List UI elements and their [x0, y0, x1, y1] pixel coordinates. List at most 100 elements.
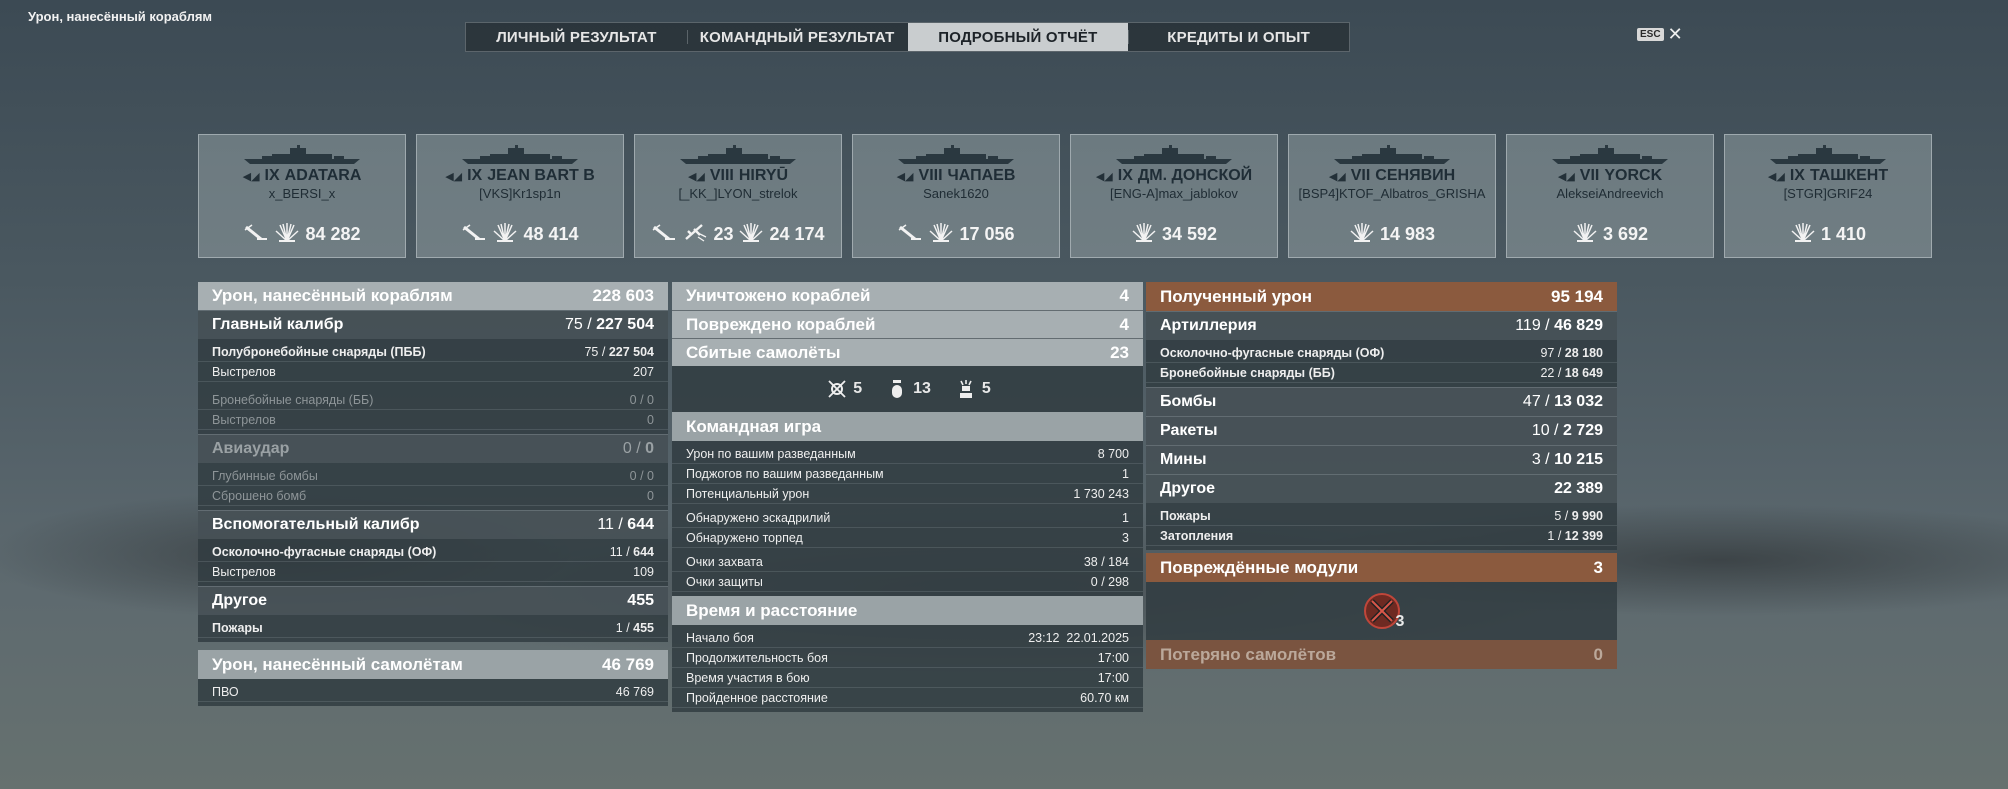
squadrons-spotted-row: Обнаружено эскадрилий 1	[672, 508, 1143, 528]
team-play-title: Командная игра	[686, 416, 822, 436]
bomber-value: 13	[913, 380, 931, 397]
ship-card[interactable]: ◀◢ VIII HIRYŪ [_KK_]LYON_strelok 23 24 174	[634, 134, 842, 258]
torpedo-hit-icon	[243, 221, 269, 248]
ship-tier: VII	[1579, 167, 1600, 184]
ship-card[interactable]: ◀◢ IX ДМ. ДОНСКОЙ [ENG-A]max_jablokov 34 592	[1070, 134, 1278, 258]
ship-name-text: ТАШКЕНТ	[1809, 167, 1889, 184]
depth-charges-row: Глубинные бомбы 0 / 0	[198, 466, 668, 486]
ship-silhouette-icon	[1334, 145, 1450, 164]
ship-card[interactable]: ◀◢ IX JEAN BART B [VKS]Kr1sp1n 48 414	[416, 134, 624, 258]
received-other-value: 22 389	[1554, 480, 1603, 497]
ship-stats: 17 056	[853, 221, 1059, 248]
artillery-hits: 119	[1515, 317, 1541, 334]
torpedo-hit-icon	[651, 221, 677, 248]
artillery-row: Артиллерия 119 / 46 829	[1146, 311, 1617, 340]
capture-points-label: Очки захвата	[686, 554, 763, 569]
secondary-details: Осколочно-фугасные снаряды (ОФ) 11 / 644…	[198, 539, 668, 586]
ship-card[interactable]: ◀◢ VII СЕНЯВИН [BSP4]KTOF_Albatros_GRISHA 14…	[1288, 134, 1496, 258]
torpedo-bomber-icon	[959, 380, 972, 398]
ship-tier: VIII	[709, 167, 734, 184]
ship-name-text: JEAN BART B	[487, 167, 595, 184]
received-damage-header: Полученный урон 95 194	[1146, 282, 1617, 311]
received-fires-hits: 5	[1554, 508, 1562, 523]
ship-stat-value: 3 692	[1602, 224, 1649, 244]
ap-shells-damage: 0	[647, 392, 654, 407]
received-fires-row: Пожары 5 / 9 990	[1146, 506, 1617, 526]
ship-stats: 48 414	[417, 221, 623, 248]
shots-row: Выстрелов 0	[198, 410, 668, 430]
bombs-dropped-value: 0	[647, 488, 654, 503]
bombs-row: Бомбы 47 / 13 032	[1146, 387, 1617, 416]
ship-cards: ◀◢ IX ADATARA x_BERSI_x 84 282 ◀◢ IX JEAN BART …	[198, 134, 1932, 258]
ship-card[interactable]: ◀◢ VII YORCK AlekseiAndreevich 3 692	[1506, 134, 1714, 258]
ship-silhouette-icon	[1770, 145, 1886, 164]
ship-class-icon: ◀◢	[1767, 170, 1785, 183]
rockets-label: Ракеты	[1160, 422, 1218, 439]
ship-silhouette-icon	[244, 145, 360, 164]
received-other-label: Другое	[1160, 480, 1215, 497]
ship-stats: 1 410	[1725, 221, 1931, 248]
planes-breakdown: 5 13 5	[672, 366, 1143, 412]
shots-value: 207	[633, 364, 654, 379]
ship-class-icon: ◀◢	[1557, 170, 1575, 183]
ship-card[interactable]: ◀◢ IX ADATARA x_BERSI_x 84 282	[198, 134, 406, 258]
plane-damage-value: 46 769	[602, 654, 654, 674]
he-shells-row: Осколочно-фугасные снаряды (ОФ) 11 / 644	[198, 542, 668, 562]
planes-shot-value: 23	[1110, 342, 1129, 362]
ship-card[interactable]: ◀◢ IX ТАШКЕНТ [STGR]GRIF24 1 410	[1724, 134, 1932, 258]
ship-class-icon: ◀◢	[1328, 170, 1346, 183]
received-ap-damage: 18 649	[1564, 365, 1603, 380]
secondary-hits: 11	[597, 516, 614, 533]
shell-hit-icon	[1349, 221, 1375, 248]
damaged-module-count: 3	[1395, 613, 1405, 630]
tab-bar: ЛИЧНЫЙ РЕЗУЛЬТАТ КОМАНДНЫЙ РЕЗУЛЬТАТ ПОД…	[465, 22, 1350, 52]
ship-name-text: СЕНЯВИН	[1375, 167, 1456, 184]
received-he-hits: 97	[1540, 345, 1555, 360]
shots-label: Выстрелов	[212, 564, 276, 579]
secondary-battery-row: Вспомогательный калибр 11 / 644	[198, 510, 668, 539]
bombs-dropped-label: Сброшено бомб	[212, 488, 307, 503]
ship-name: ◀◢ IX ДМ. ДОНСКОЙ	[1096, 167, 1252, 185]
ship-stat-value: 48 414	[523, 224, 579, 244]
fighter-icon	[828, 380, 846, 398]
shell-hit-icon	[738, 221, 764, 248]
tab-personal-result[interactable]: ЛИЧНЫЙ РЕЗУЛЬТАТ	[466, 23, 687, 51]
battle-duration-value: 17:00	[1097, 650, 1129, 665]
ship-tier: VIII	[918, 167, 943, 184]
screen-title: Урон, нанесённый кораблям	[28, 9, 213, 24]
ship-card[interactable]: ◀◢ VIII ЧАПАЕВ Sanek1620 17 056	[852, 134, 1060, 258]
shots-value: 109	[633, 564, 654, 579]
ship-name: ◀◢ VIII HIRYŪ	[688, 167, 788, 185]
close-button[interactable]: ESC ✕	[1637, 25, 1683, 43]
battle-duration-row: Продолжительность боя 17:00	[672, 648, 1143, 668]
ship-silhouette-icon	[1552, 145, 1668, 164]
plane-damage-details: ПВО 46 769	[198, 679, 668, 706]
fighter-count: 5	[824, 378, 862, 400]
results-panel: Уничтожено кораблей 4 Повреждено корабле…	[672, 282, 1143, 712]
airstrike-damage: 0	[645, 440, 654, 457]
received-ap-hits: 22	[1540, 365, 1555, 380]
spotting-fires-row: Поджогов по вашим разведанным 1	[672, 464, 1143, 484]
ship-stat-value: 1 410	[1820, 224, 1867, 244]
tab-detailed-report[interactable]: ПОДРОБНЫЙ ОТЧЁТ	[907, 23, 1129, 51]
spotting-damage-label: Урон по вашим разведанным	[686, 446, 856, 461]
received-he-label: Осколочно-фугасные снаряды (ОФ)	[1160, 345, 1385, 360]
tab-team-result[interactable]: КОМАНДНЫЙ РЕЗУЛЬТАТ	[686, 23, 908, 51]
ships-destroyed-row: Уничтожено кораблей 4	[672, 282, 1143, 310]
battle-start-value: 23:12 22.01.2025	[1028, 630, 1129, 645]
ship-player: [BSP4]KTOF_Albatros_GRISHA	[1298, 186, 1486, 201]
planes-lost-row: Потеряно самолётов 0	[1146, 640, 1617, 669]
capture-points-row: Очки захвата 38 / 184	[672, 552, 1143, 572]
ship-stats: 23 24 174	[635, 221, 841, 248]
ship-stat-value: 14 983	[1379, 224, 1436, 244]
distance-value: 60.70 км	[1080, 690, 1129, 705]
he-shells-damage: 644	[633, 544, 654, 559]
torpedo-bomber-value: 5	[981, 380, 991, 397]
shots-value: 0	[647, 412, 654, 427]
main-battery-hits: 75	[565, 316, 583, 333]
tab-credits-xp[interactable]: КРЕДИТЫ И ОПЫТ	[1128, 23, 1349, 51]
time-distance-header: Время и расстояние	[672, 596, 1143, 625]
ship-name: ◀◢ IX ADATARA	[243, 167, 362, 185]
damage-received-panel: Полученный урон 95 194 Артиллерия 119 / …	[1146, 282, 1617, 669]
ap-shells-label: Бронебойные снаряды (ББ)	[212, 392, 374, 407]
